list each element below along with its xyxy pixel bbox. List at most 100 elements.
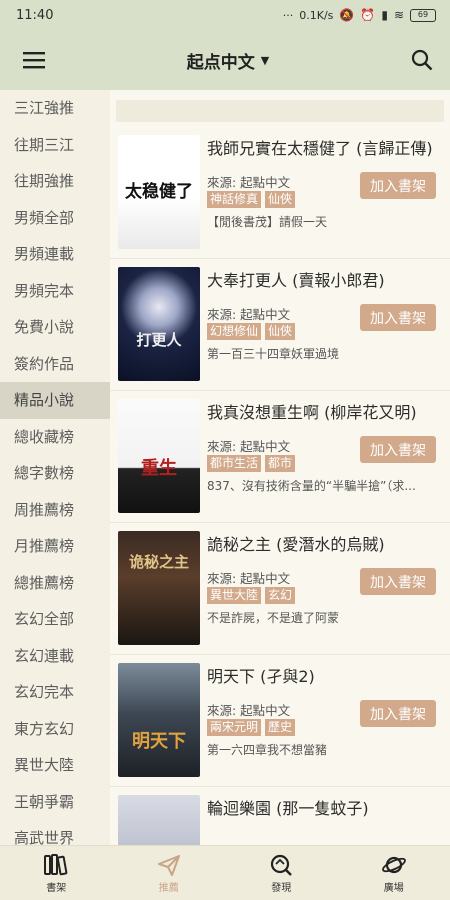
sidebar-item[interactable]: 往期強推 [0, 163, 110, 200]
app-bar: 起点中文 ▼ [0, 30, 450, 90]
book-title: 我真沒想重生啊 (柳岸花又明) [207, 403, 417, 422]
discover-icon [271, 854, 293, 876]
book-cover [118, 795, 200, 845]
book-cover: 诡秘之主 [118, 531, 200, 645]
book-latest-chapter: 【閒後書茂】請假一天 [207, 215, 328, 229]
sidebar-item[interactable]: 總推薦榜 [0, 565, 110, 602]
nav-label-square: 廣場 [383, 882, 404, 894]
book-tag: 幻想修仙 [207, 323, 262, 340]
book-source: 來源: 起點中文 [207, 703, 291, 718]
book-tag: 玄幻 [265, 587, 296, 604]
book-tag: 兩宋元明 [207, 719, 262, 736]
sidebar-item[interactable]: 高武世界 [0, 820, 110, 845]
sidebar-item[interactable]: 總字數榜 [0, 455, 110, 492]
nav-discover[interactable]: 發現 [225, 846, 338, 900]
nav-label-discover: 發現 [271, 882, 292, 894]
planet-icon [381, 856, 406, 873]
cover-title: 打更人 [136, 331, 182, 349]
list-top-bar [116, 100, 444, 122]
sidebar-item[interactable]: 月推薦榜 [0, 528, 110, 565]
sidebar-item[interactable]: 往期三江 [0, 127, 110, 164]
book-tag: 仙俠 [265, 191, 296, 208]
book-cover: 重生 [118, 399, 200, 513]
category-sidebar: 三江強推 往期三江 往期強推 男頻全部 男頻連載 男頻完本 免費小說 簽約作品 精品小說 總收藏榜… [0, 90, 110, 845]
book-cover: 太稳健了 [118, 135, 200, 249]
sidebar-item[interactable]: 三江強推 [0, 90, 110, 127]
search-icon [411, 49, 433, 71]
menu-button[interactable] [20, 46, 48, 74]
cover-title: 明天下 [132, 731, 186, 752]
caret-down-icon: ▼ [260, 53, 270, 67]
battery-icon: 69 [410, 8, 436, 22]
book-cover: 打更人 [118, 267, 200, 381]
nav-bookshelf[interactable]: 書架 [0, 846, 113, 900]
add-to-shelf-button[interactable]: 加入書架 [360, 304, 436, 331]
book-title: 輪迴樂園 (那一隻蚊子) [207, 799, 369, 818]
book-title: 我師兄實在太穩健了 (言歸正傳) [207, 139, 433, 158]
page-title: 起点中文 [186, 52, 255, 73]
send-icon [157, 854, 180, 876]
nav-square[interactable]: 廣場 [338, 846, 450, 900]
hamburger-icon [23, 52, 45, 69]
sidebar-item[interactable]: 免費小說 [0, 309, 110, 346]
book-tag: 歷史 [265, 719, 296, 736]
status-bar: 11:40 ··· 0.1K/s 🔕 ⏰ ▮ ≋ 69 [0, 0, 450, 30]
book-tags: 幻想修仙 仙俠 [207, 323, 296, 340]
book-tag: 仙俠 [265, 323, 296, 340]
sidebar-item[interactable]: 總收藏榜 [0, 419, 110, 456]
book-tags: 異世大陸 玄幻 [207, 587, 296, 604]
book-tags: 都市生活 都市 [207, 455, 296, 472]
book-latest-chapter: 第一六四章我不想當豬 [207, 743, 328, 757]
book-cover: 明天下 [118, 663, 200, 777]
sidebar-item[interactable]: 東方玄幻 [0, 711, 110, 748]
book-title: 明天下 (孑與2) [207, 667, 315, 686]
book-row[interactable]: 重生 我真沒想重生啊 (柳岸花又明) 來源: 起點中文 都市生活 都市 837、沒有技術含… [110, 391, 450, 523]
add-to-shelf-button[interactable]: 加入書架 [360, 568, 436, 595]
book-row[interactable]: 诡秘之主 詭秘之主 (愛潛水的烏賊) 來源: 起點中文 異世大陸 玄幻不是詐屍，不是遺了… [110, 523, 450, 655]
add-to-shelf-button[interactable]: 加入書架 [360, 172, 436, 199]
book-row[interactable]: 明天下 明天下 (孑與2) 來源: 起點中文 兩宋元明 歷史第一六四章我不想當豬 加入書架 [110, 655, 450, 787]
book-title: 大奉打更人 (賣報小郎君) [207, 271, 385, 290]
cover-title: 太稳健了 [125, 182, 193, 202]
book-title: 詭秘之主 (愛潛水的烏賊) [207, 535, 385, 554]
sidebar-item[interactable]: 玄幻完本 [0, 674, 110, 711]
book-source: 來源: 起點中文 [207, 307, 291, 322]
book-row[interactable]: 太稳健了 我師兄實在太穩健了 (言歸正傳) 來源: 起點中文 神話修真 仙俠【閒後書茂】… [110, 127, 450, 259]
signal-icon: ▮ [381, 8, 388, 22]
more-dots-icon: ··· [282, 8, 294, 22]
book-latest-chapter: 837、沒有技術含量的“半騙半搶”（求... [207, 479, 416, 493]
book-row[interactable]: 打更人 大奉打更人 (賣報小郎君) 來源: 起點中文 幻想修仙 仙俠第一百三十四章妖軍過… [110, 259, 450, 391]
sidebar-item[interactable]: 異世大陸 [0, 747, 110, 784]
sidebar-item[interactable]: 男頻完本 [0, 273, 110, 310]
alarm-icon: ⏰ [360, 8, 376, 22]
book-list: 太稳健了 我師兄實在太穩健了 (言歸正傳) 來源: 起點中文 神話修真 仙俠【閒後書茂】… [110, 90, 450, 845]
sidebar-item[interactable]: 玄幻全部 [0, 601, 110, 638]
sidebar-item[interactable]: 簽約作品 [0, 346, 110, 383]
network-speed: 0.1K/s [299, 8, 334, 22]
sidebar-item[interactable]: 周推薦榜 [0, 492, 110, 529]
book-latest-chapter: 不是詐屍，不是遺了阿蒙 [207, 611, 340, 625]
source-selector[interactable]: 起点中文 ▼ [187, 48, 269, 73]
book-tag: 異世大陸 [207, 587, 262, 604]
add-to-shelf-button[interactable]: 加入書架 [360, 700, 436, 727]
cover-title: 诡秘之主 [128, 553, 189, 571]
search-button[interactable] [408, 46, 436, 74]
cover-title: 重生 [141, 458, 177, 479]
book-latest-chapter: 第一百三十四章妖軍過境 [207, 347, 340, 361]
book-source: 來源: 起點中文 [207, 175, 291, 190]
book-row[interactable]: 輪迴樂園 (那一隻蚊子) [110, 787, 450, 845]
book-tags: 神話修真 仙俠 [207, 191, 296, 208]
sidebar-item[interactable]: 玄幻連載 [0, 638, 110, 675]
sidebar-item[interactable]: 男頻全部 [0, 200, 110, 237]
nav-label-bookshelf: 書架 [46, 882, 67, 894]
nav-label-recommend: 推薦 [158, 882, 179, 894]
book-source: 來源: 起點中文 [207, 439, 291, 454]
sidebar-item[interactable]: 精品小說 [0, 382, 110, 419]
wifi-icon: ≋ [393, 8, 404, 22]
status-icons: ··· 0.1K/s 🔕 ⏰ ▮ ≋ 69 [283, 8, 436, 22]
add-to-shelf-button[interactable]: 加入書架 [360, 436, 436, 463]
sidebar-item[interactable]: 王朝爭霸 [0, 784, 110, 821]
nav-recommend[interactable]: 推薦 [113, 846, 226, 900]
sidebar-item[interactable]: 男頻連載 [0, 236, 110, 273]
book-source: 來源: 起點中文 [207, 571, 291, 586]
